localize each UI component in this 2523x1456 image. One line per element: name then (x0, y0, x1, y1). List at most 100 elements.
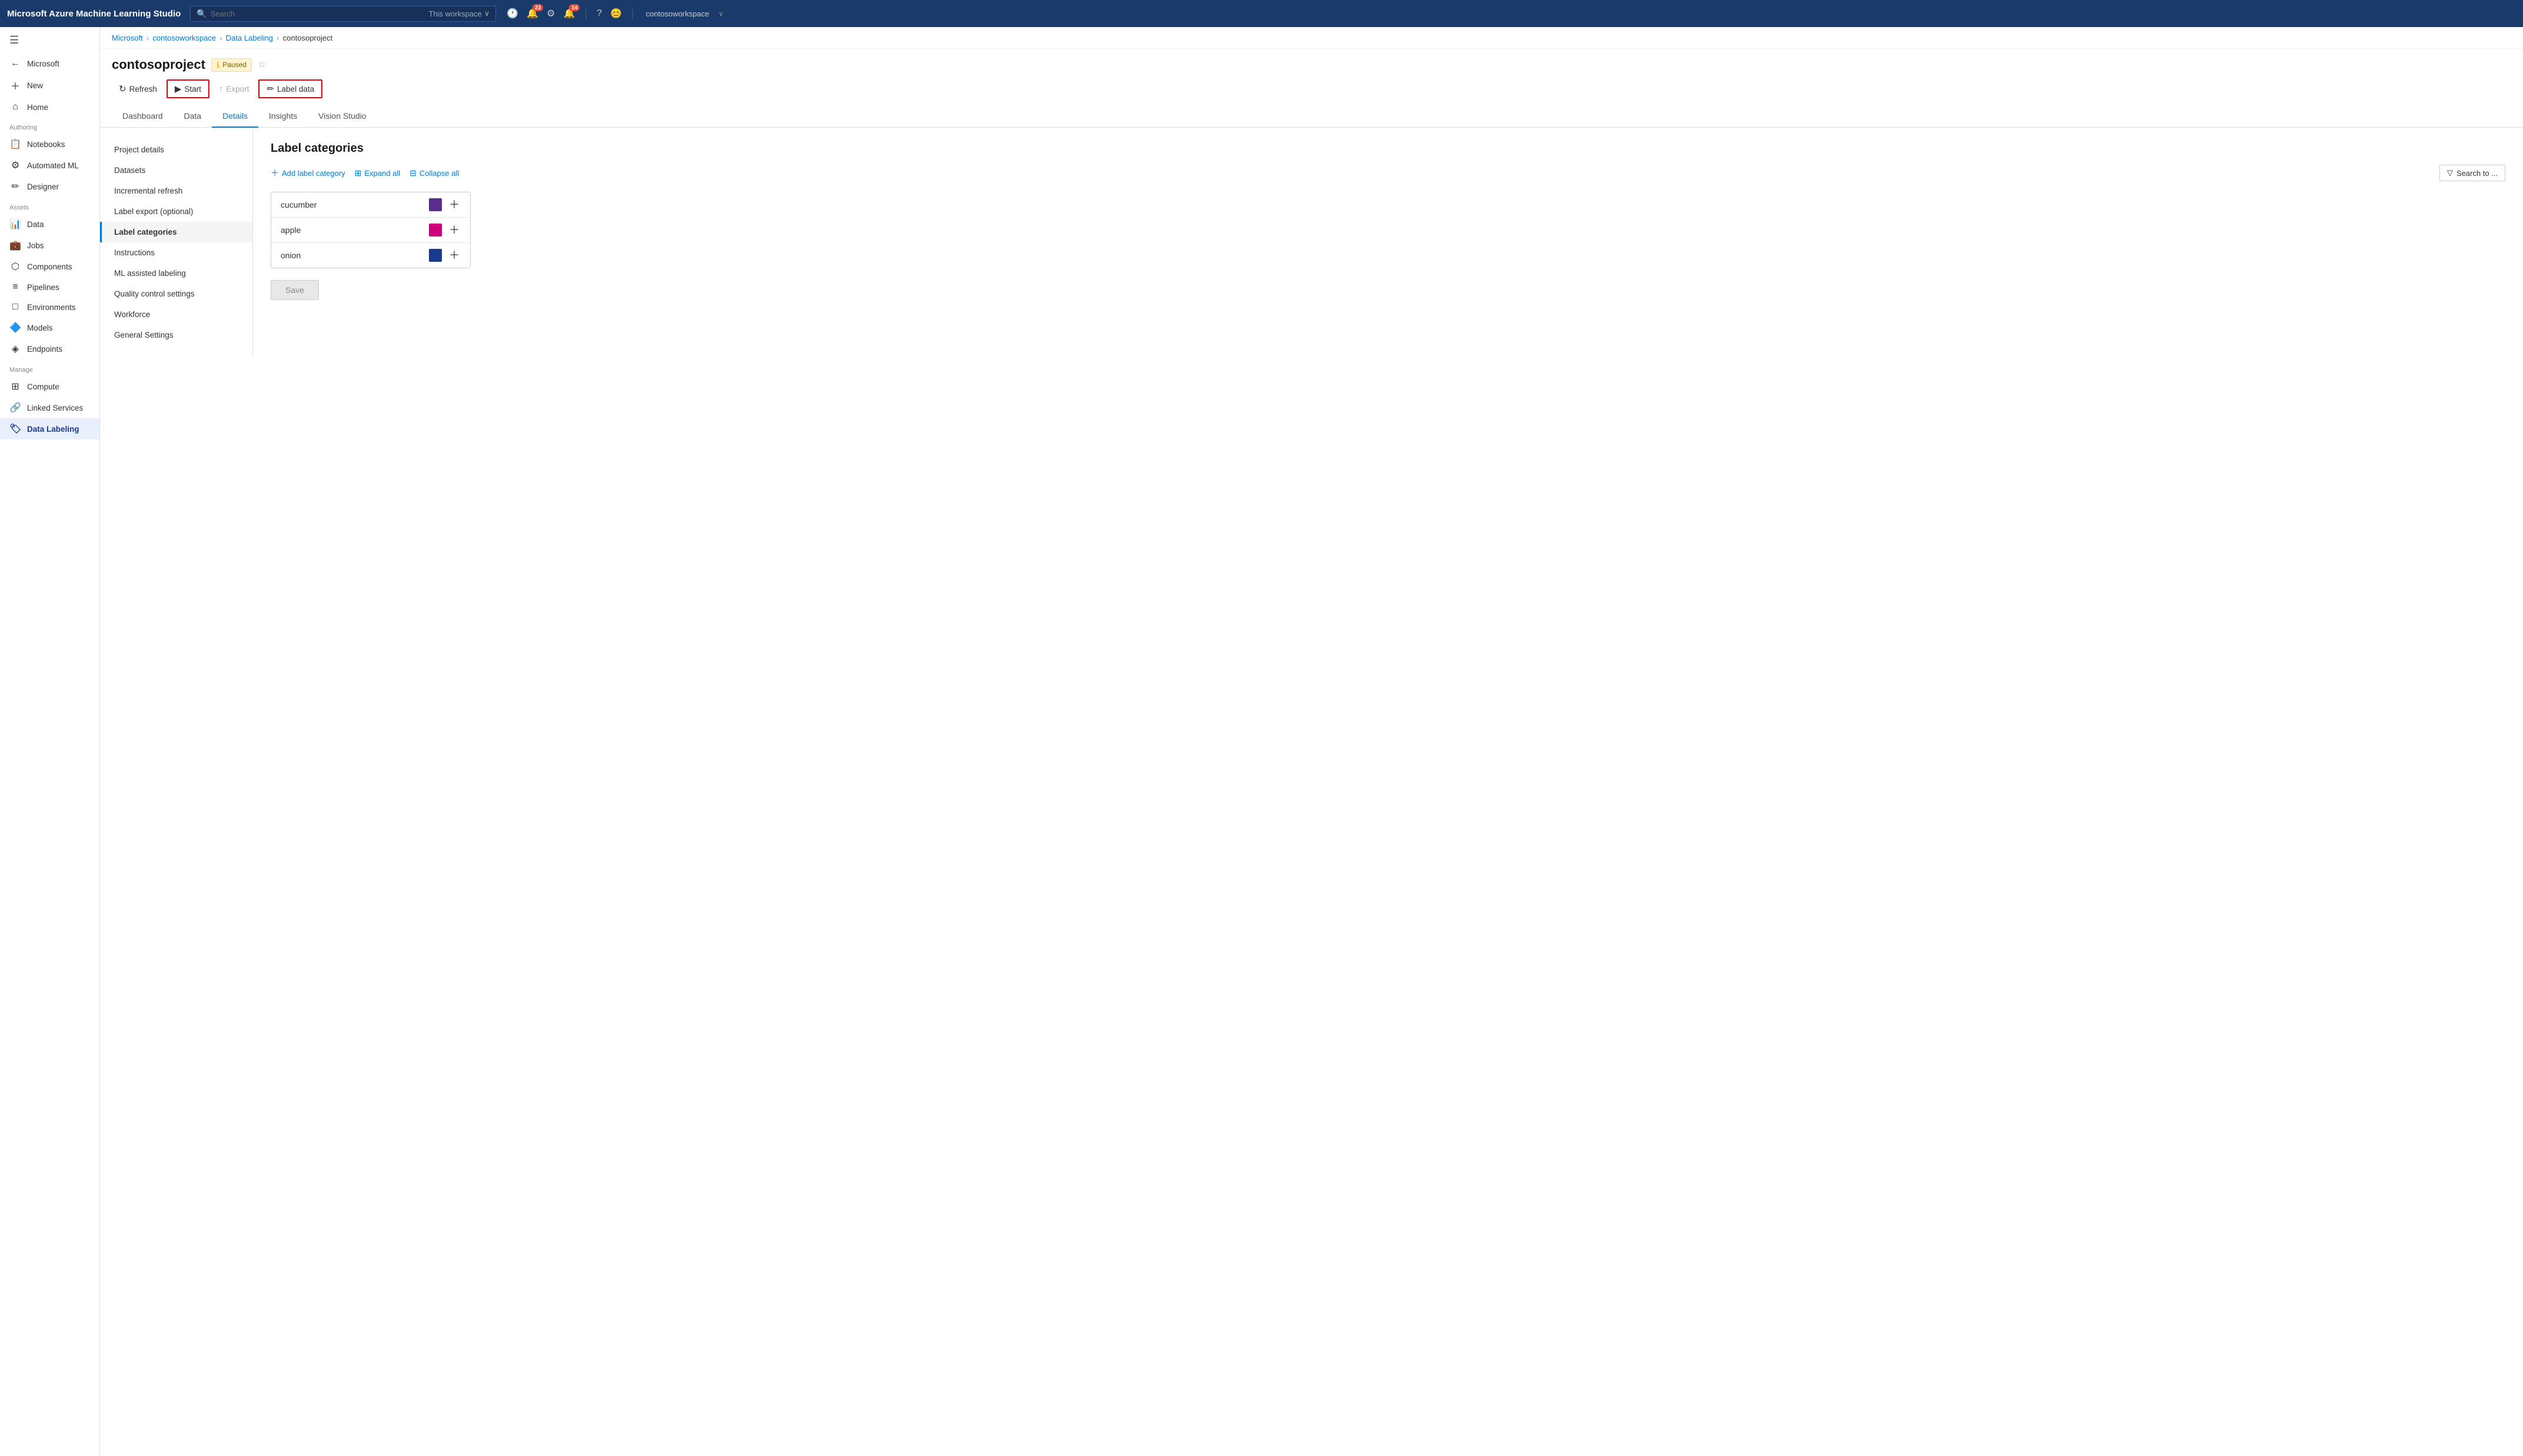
tab-insights[interactable]: Insights (258, 105, 308, 128)
components-icon: ⬡ (9, 261, 21, 272)
status-text: Paused (222, 61, 247, 69)
left-panel-label-categories[interactable]: Label categories (100, 222, 252, 242)
sidebar-item-environments[interactable]: □ Environments (0, 297, 99, 317)
sidebar-item-new[interactable]: ＋ New (0, 74, 99, 97)
refresh-button[interactable]: ↻ Refresh (112, 81, 164, 97)
help-icon[interactable]: ? (597, 8, 602, 19)
sidebar-item-designer[interactable]: ✏ Designer (0, 176, 99, 197)
expand-all-label: Expand all (364, 169, 400, 178)
expand-all-icon: ⊞ (355, 168, 362, 178)
sidebar-item-components[interactable]: ⬡ Components (0, 256, 99, 277)
left-panel-label-export[interactable]: Label export (optional) (100, 201, 252, 222)
breadcrumb-microsoft[interactable]: Microsoft (112, 34, 143, 42)
label-categories-list: cucumber ＋ apple ＋ onion ＋ (271, 192, 471, 268)
sidebar-item-label: Pipelines (27, 283, 59, 292)
app-layout: ☰ ← Microsoft ＋ New ⌂ Home Authoring 📋 N… (0, 27, 2523, 1456)
tab-vision-studio[interactable]: Vision Studio (308, 105, 377, 128)
notifications-icon[interactable]: 🔔 23 (527, 8, 538, 19)
sidebar-item-home[interactable]: ⌂ Home (0, 97, 99, 117)
sidebar-item-label: Home (27, 103, 48, 112)
left-panel-instructions[interactable]: Instructions (100, 242, 252, 263)
export-label: Export (226, 85, 249, 94)
settings-icon[interactable]: ⚙ (547, 8, 555, 19)
plus-icon: ＋ (9, 78, 21, 92)
add-child-cucumber-button[interactable]: ＋ (448, 199, 461, 210)
sidebar-item-data[interactable]: 📊 Data (0, 214, 99, 235)
workspace-selector[interactable]: This workspace ∨ (428, 9, 490, 18)
left-panel-ml-assisted-labeling[interactable]: ML assisted labeling (100, 263, 252, 284)
label-category-item-apple: apple ＋ (271, 218, 470, 243)
models-icon: 🔷 (9, 322, 21, 334)
sidebar-item-label: Linked Services (27, 404, 83, 412)
sidebar-item-pipelines[interactable]: ≡ Pipelines (0, 277, 99, 297)
sidebar: ☰ ← Microsoft ＋ New ⌂ Home Authoring 📋 N… (0, 27, 100, 1456)
right-panel: Label categories ＋ Add label category ⊞ … (253, 128, 2523, 357)
color-swatch-onion[interactable] (429, 249, 442, 262)
breadcrumb: Microsoft › contosoworkspace › Data Labe… (100, 27, 2523, 49)
export-button[interactable]: ↑ Export (212, 81, 257, 97)
add-child-apple-button[interactable]: ＋ (448, 225, 461, 235)
alerts-icon[interactable]: 🔔 14 (564, 8, 575, 19)
notebooks-icon: 📋 (9, 138, 21, 150)
history-icon[interactable]: 🕐 (507, 8, 518, 19)
left-panel-quality-control[interactable]: Quality control settings (100, 284, 252, 304)
left-panel-project-details[interactable]: Project details (100, 139, 252, 160)
breadcrumb-workspace[interactable]: contosoworkspace (152, 34, 216, 42)
user-icon[interactable]: 😊 (610, 8, 622, 19)
sidebar-item-notebooks[interactable]: 📋 Notebooks (0, 134, 99, 155)
tab-data[interactable]: Data (174, 105, 212, 128)
label-data-icon: ✏ (267, 84, 274, 94)
data-icon: 📊 (9, 218, 21, 230)
tab-dashboard[interactable]: Dashboard (112, 105, 174, 128)
expand-all-button[interactable]: ⊞ Expand all (355, 168, 400, 178)
sidebar-item-data-labeling[interactable]: 🏷 Data Labeling (0, 418, 99, 439)
collapse-all-label: Collapse all (420, 169, 459, 178)
global-search-bar[interactable]: 🔍 This workspace ∨ (190, 6, 496, 22)
sidebar-item-automated-ml[interactable]: ⚙ Automated ML (0, 155, 99, 176)
search-input[interactable] (211, 9, 425, 18)
add-label-category-button[interactable]: ＋ Add label category (271, 167, 345, 179)
search-icon: 🔍 (197, 9, 207, 19)
sidebar-item-label: Microsoft (27, 59, 59, 68)
home-icon: ⌂ (9, 102, 21, 112)
left-panel-workforce[interactable]: Workforce (100, 304, 252, 325)
left-panel: Project details Datasets Incremental ref… (100, 128, 253, 357)
tabs: Dashboard Data Details Insights Vision S… (100, 105, 2523, 128)
sidebar-item-label: Automated ML (27, 161, 79, 170)
sidebar-item-linked-services[interactable]: 🔗 Linked Services (0, 397, 99, 418)
breadcrumb-current: contosoproject (283, 34, 333, 42)
collapse-all-button[interactable]: ⊟ Collapse all (410, 168, 459, 178)
sidebar-item-label: Environments (27, 303, 76, 312)
sidebar-item-label: Data Labeling (27, 425, 79, 434)
favorite-star-icon[interactable]: ☆ (258, 59, 266, 71)
left-panel-incremental-refresh[interactable]: Incremental refresh (100, 181, 252, 201)
label-data-button[interactable]: ✏ Label data (258, 79, 322, 98)
content-area: Project details Datasets Incremental ref… (100, 128, 2523, 357)
play-icon: ▶ (175, 84, 182, 94)
authoring-section-label: Authoring (0, 117, 99, 134)
save-button[interactable]: Save (271, 280, 319, 300)
search-to-button[interactable]: ▽ Search to ... (2439, 165, 2505, 181)
add-child-onion-button[interactable]: ＋ (448, 250, 461, 261)
tab-details[interactable]: Details (212, 105, 258, 128)
color-swatch-apple[interactable] (429, 224, 442, 236)
label-categories-toolbar: ＋ Add label category ⊞ Expand all ⊟ Coll… (271, 165, 2505, 181)
left-panel-datasets[interactable]: Datasets (100, 160, 252, 181)
user-chevron-icon[interactable]: ∨ (718, 10, 723, 18)
breadcrumb-sep2: › (219, 33, 222, 42)
username-display[interactable]: contosoworkspace (646, 9, 710, 18)
nav-divider: | (584, 8, 587, 20)
sidebar-item-compute[interactable]: ⊞ Compute (0, 376, 99, 397)
hamburger-menu-icon[interactable]: ☰ (0, 27, 99, 54)
page-title-row: contosoproject ℹ Paused ☆ (112, 57, 2511, 72)
sidebar-item-label: Endpoints (27, 345, 62, 354)
sidebar-item-endpoints[interactable]: ◈ Endpoints (0, 338, 99, 359)
start-button[interactable]: ▶ Start (167, 79, 209, 98)
left-panel-general-settings[interactable]: General Settings (100, 325, 252, 345)
sidebar-item-jobs[interactable]: 💼 Jobs (0, 235, 99, 256)
nav-icon-group: 🕐 🔔 23 ⚙ 🔔 14 | ? 😊 | contosoworkspace ∨ (507, 8, 723, 20)
breadcrumb-data-labeling[interactable]: Data Labeling (226, 34, 273, 42)
sidebar-item-microsoft[interactable]: ← Microsoft (0, 54, 99, 74)
color-swatch-cucumber[interactable] (429, 198, 442, 211)
sidebar-item-models[interactable]: 🔷 Models (0, 317, 99, 338)
